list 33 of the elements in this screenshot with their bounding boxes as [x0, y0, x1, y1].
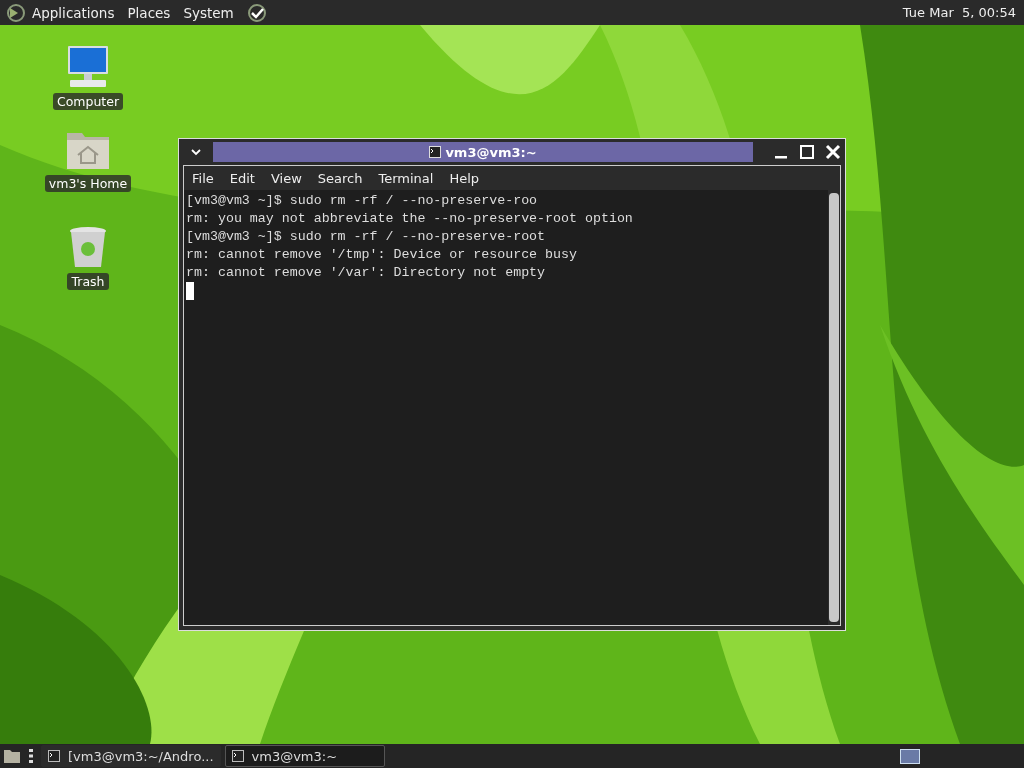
terminal-line: [vm3@vm3 ~]$ sudo rm -rf / --no-preserve-root — [186, 228, 547, 246]
terminal-icon — [231, 750, 244, 762]
panel-menu[interactable]: Places — [127, 4, 171, 21]
window-title: vm3@vm3:~ — [445, 144, 537, 160]
icon-label[interactable]: vm3's Home — [44, 175, 132, 192]
panel-menu[interactable]: System — [183, 4, 234, 21]
panel-menu[interactable]: Applications — [32, 4, 115, 21]
maximize-icon[interactable] — [799, 144, 815, 160]
clock[interactable]: Tue Mar 5, 00:54 — [902, 5, 1016, 20]
close-icon[interactable] — [825, 144, 841, 160]
update-check-icon[interactable] — [246, 2, 267, 23]
icon-label[interactable]: Trash — [67, 273, 109, 290]
terminal-line: rm: you may not abbreviate the --no-preserve-root option — [186, 210, 634, 228]
workspace-switcher[interactable] — [900, 748, 920, 764]
chevron-icon — [191, 147, 201, 157]
terminal-icon — [429, 146, 442, 158]
icon-label[interactable]: Computer — [52, 93, 124, 110]
taskbar-button[interactable]: [vm3@vm3:~/Andro... — [41, 745, 221, 767]
taskbar-button[interactable]: vm3@vm3:~ — [224, 745, 385, 767]
distro-logo-icon[interactable] — [6, 2, 26, 23]
menu-item[interactable]: Terminal — [378, 170, 434, 186]
menu-item[interactable]: File — [192, 170, 214, 186]
menu-item[interactable]: Help — [449, 170, 480, 186]
menu-item[interactable]: Edit — [229, 170, 255, 186]
menu-item[interactable]: View — [270, 170, 302, 186]
menu-item[interactable]: Search — [317, 170, 363, 186]
terminal-line: rm: cannot remove '/tmp': Device or resource busy — [186, 246, 578, 264]
terminal-line: rm: cannot remove '/var': Directory not empty — [186, 264, 547, 282]
text-cursor — [186, 282, 194, 300]
terminal-line: [vm3@vm3 ~]$ sudo rm -rf / --no-preserve-roo — [186, 192, 539, 210]
terminal-icon — [48, 750, 60, 762]
panel-handle-icon[interactable] — [29, 748, 33, 764]
show-desktop-icon[interactable] — [3, 748, 21, 764]
